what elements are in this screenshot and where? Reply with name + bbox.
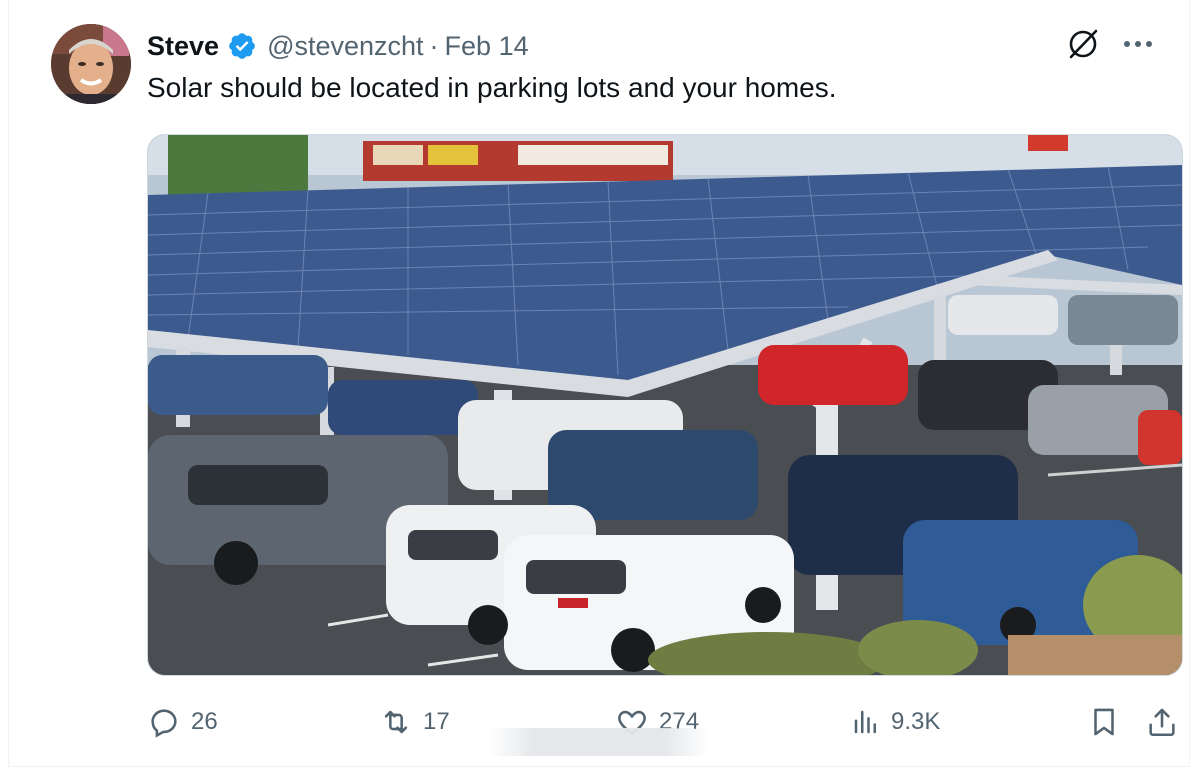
header-separator: · xyxy=(429,30,439,61)
avatar[interactable] xyxy=(51,24,131,104)
share-button[interactable] xyxy=(1145,700,1179,744)
retweet-icon xyxy=(379,705,413,739)
share-icon xyxy=(1145,705,1179,739)
retweet-button[interactable]: 17 xyxy=(379,700,450,744)
tweet-text: Solar should be located in parking lots … xyxy=(147,72,837,103)
reply-count: 26 xyxy=(191,708,218,735)
grok-icon[interactable] xyxy=(1065,26,1101,62)
author-handle[interactable]: @stevenzcht xyxy=(267,31,423,62)
more-icon[interactable] xyxy=(1123,39,1153,49)
views-button[interactable]: 9.3K xyxy=(851,700,940,744)
reply-icon xyxy=(147,705,181,739)
tweet-image[interactable] xyxy=(147,134,1183,676)
tweet-date[interactable]: Feb 14 xyxy=(445,31,529,62)
retweet-count: 17 xyxy=(423,708,450,735)
views-count: 9.3K xyxy=(891,708,941,735)
tweet-card[interactable]: Steve @stevenzcht · Feb 14 Solar should xyxy=(8,0,1190,767)
tweet-header: Steve @stevenzcht · Feb 14 xyxy=(147,28,529,64)
reply-button[interactable]: 26 xyxy=(147,700,218,744)
author-name[interactable]: Steve xyxy=(147,31,219,62)
bookmark-button[interactable] xyxy=(1087,700,1121,744)
views-icon xyxy=(851,705,881,739)
watermark-overlay xyxy=(489,728,709,756)
top-actions xyxy=(1065,26,1153,62)
verified-badge-icon xyxy=(227,31,257,61)
bookmark-icon xyxy=(1087,705,1121,739)
